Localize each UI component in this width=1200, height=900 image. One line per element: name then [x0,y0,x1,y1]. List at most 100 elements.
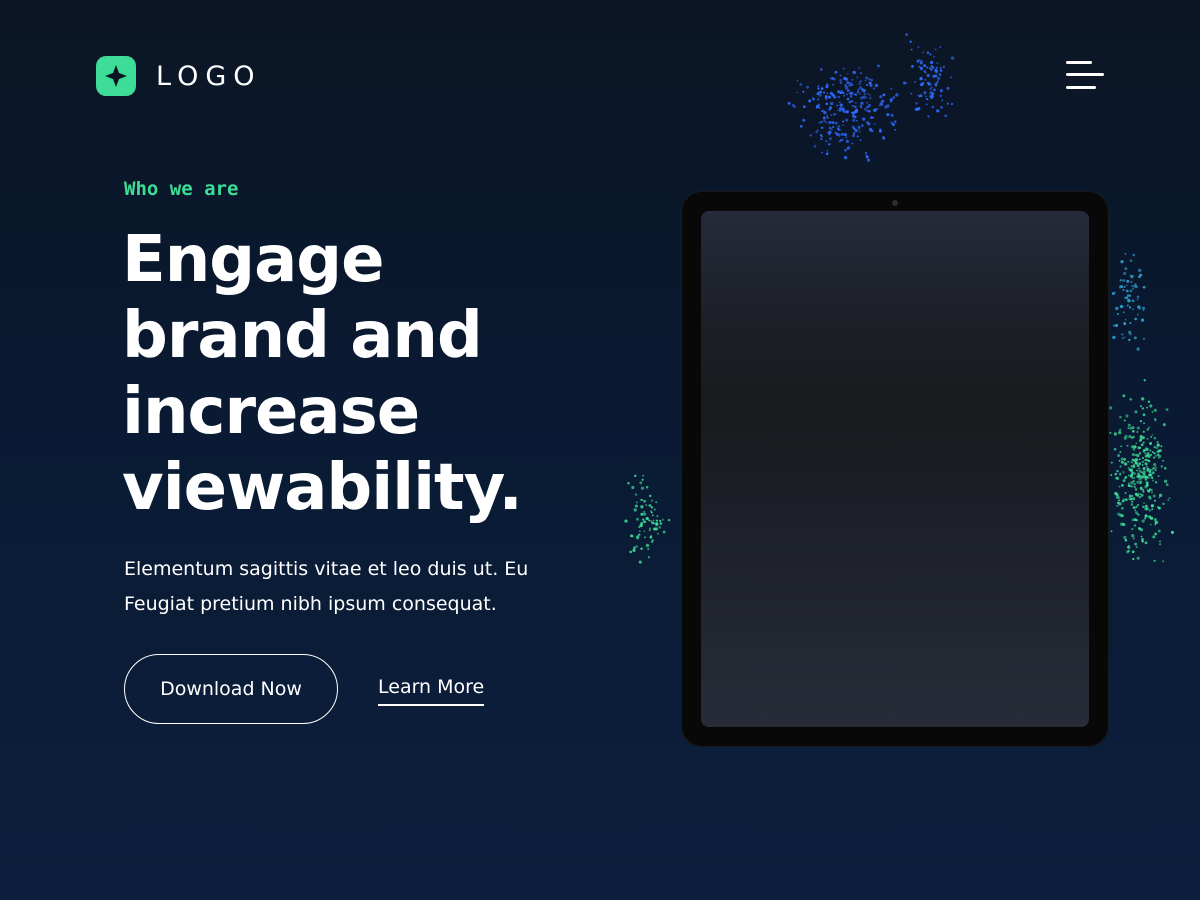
particle [914,107,918,111]
particle [935,66,938,69]
particle [1144,454,1148,458]
particle [1121,305,1124,308]
particle [1129,427,1133,430]
particle [879,95,883,99]
particle [946,102,950,105]
hero-headline: Engage brand and increase viewability. [122,222,642,526]
particle [1128,294,1132,297]
particle [847,89,850,93]
particle [1116,469,1119,473]
particle [1152,456,1156,459]
particle [1127,484,1131,487]
particle [1145,447,1147,449]
particle [858,131,861,133]
particle [815,106,818,110]
particle [658,526,661,529]
particle [1136,453,1140,458]
particle [1146,475,1149,479]
particle [1127,549,1130,553]
particle [1132,253,1136,257]
particle [1148,426,1151,429]
particle [641,547,643,550]
particle [929,53,932,56]
download-now-button[interactable]: Download Now [124,654,338,724]
particle [823,91,826,94]
particle [1138,527,1141,530]
particle [1145,507,1150,511]
particle [1143,452,1147,455]
description-line: Elementum sagittis vitae et leo duis ut.… [124,558,529,580]
particle [802,118,806,122]
particle [843,133,848,137]
particle [826,115,828,117]
particle [1132,435,1135,438]
particle [1137,503,1140,506]
hamburger-menu-icon[interactable] [1066,60,1106,92]
particle [1165,408,1169,412]
particle [826,92,829,95]
particle [847,146,851,150]
particle [1150,436,1153,438]
particle [1138,469,1142,473]
particle [1141,471,1144,474]
tablet-screen [701,211,1089,727]
particle [917,46,920,49]
learn-more-link[interactable]: Learn More [378,676,485,706]
particle [1140,535,1143,538]
particle [1157,506,1161,510]
particle [1133,472,1136,475]
particle [819,90,823,94]
particle [652,519,655,522]
particle [653,527,657,531]
particle [1130,464,1133,468]
particle [850,91,854,95]
particle [650,499,654,502]
particle [1158,542,1162,546]
particle [642,518,645,521]
particle [1164,467,1167,470]
particle [632,548,636,552]
particle [828,143,831,146]
particle [866,109,869,112]
particle [1121,514,1123,517]
particle [787,101,791,105]
particle [920,67,923,71]
particle [1118,485,1121,488]
particle [934,68,938,72]
headline-line: brand and [122,299,483,373]
particle [635,545,638,548]
particle [1145,504,1148,508]
particle [1142,488,1145,491]
particle [649,494,652,498]
particle [1138,307,1142,310]
particle [832,94,836,97]
particle [1147,455,1151,458]
particle [1128,497,1132,501]
particle [1152,494,1156,498]
particle [643,520,646,524]
particle [1118,502,1121,505]
particle [1124,253,1127,255]
particle [1135,442,1138,445]
particle [878,129,882,133]
particle [917,107,921,111]
particle [852,134,856,138]
particle [1136,480,1140,484]
particle [1133,518,1137,522]
particle [849,94,853,98]
particle [1152,467,1155,470]
logo[interactable]: LOGO [96,56,262,96]
particle [655,522,659,526]
particle [860,106,863,109]
particle [939,94,942,97]
particle [950,76,952,79]
particle [1138,268,1142,273]
particle [813,144,817,148]
particle [1130,280,1133,283]
particle [846,81,850,85]
particle [1156,440,1159,444]
particle [1126,294,1130,297]
particle [1133,485,1136,489]
particle [830,121,833,124]
particle [644,536,646,539]
